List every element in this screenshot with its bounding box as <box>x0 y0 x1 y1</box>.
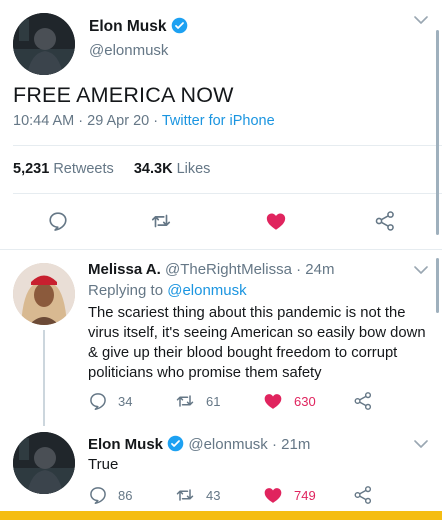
reply-header: Melissa A. @TheRightMelissa · 24m <box>88 261 335 278</box>
verified-icon <box>171 17 188 34</box>
reply-author-avatar[interactable] <box>13 432 75 494</box>
retweet-button[interactable]: 61 <box>174 391 220 411</box>
tweet-time[interactable]: 10:44 AM <box>13 113 74 129</box>
retweets-stat[interactable]: 5,231 Retweets <box>13 161 114 177</box>
reply-age[interactable]: 24m <box>305 261 334 278</box>
reply-author-name[interactable]: Elon Musk <box>88 436 163 453</box>
tweet-stats: 5,231 Retweets 34.3K Likes <box>13 161 210 177</box>
chevron-down-icon[interactable] <box>414 266 428 275</box>
reply-header: Elon Musk @elonmusk · 21m <box>88 435 311 453</box>
replying-to-label: Replying to <box>88 282 164 299</box>
verified-icon <box>167 435 184 452</box>
likes-count: 34.3K <box>133 161 173 177</box>
like-button[interactable]: 630 <box>262 391 316 411</box>
reply-text: True <box>88 456 119 473</box>
chevron-down-icon[interactable] <box>414 16 428 25</box>
retweet-icon[interactable] <box>149 210 173 232</box>
thread-line <box>43 330 45 426</box>
reply-count: 34 <box>118 393 133 409</box>
scrollbar-thumb[interactable] <box>436 258 439 313</box>
reply-text: The scariest thing about this pandemic i… <box>88 305 426 381</box>
heart-icon <box>264 488 282 503</box>
reply-icon[interactable] <box>47 210 69 232</box>
reply-age[interactable]: 21m <box>281 436 310 453</box>
reply-author-handle[interactable]: @elonmusk <box>188 436 267 453</box>
likes-label: Likes <box>176 161 211 177</box>
likes-stat[interactable]: 34.3K Likes <box>134 161 211 177</box>
tweet-date[interactable]: 29 Apr 20 <box>87 113 149 129</box>
divider <box>13 193 442 194</box>
reply-author-avatar[interactable] <box>13 263 75 325</box>
reply-button[interactable]: 86 <box>88 485 132 505</box>
author-handle[interactable]: @elonmusk <box>89 42 168 59</box>
replying-to: Replying to @elonmusk <box>88 282 247 299</box>
author-avatar[interactable] <box>13 13 75 75</box>
reply-author-handle[interactable]: @TheRightMelissa <box>165 261 292 278</box>
retweet-count: 61 <box>206 393 221 409</box>
share-icon[interactable] <box>374 210 396 232</box>
like-count: 749 <box>294 487 316 503</box>
bottom-bar <box>0 511 442 520</box>
author-name-text[interactable]: Elon Musk <box>89 18 167 35</box>
share-icon[interactable] <box>353 485 373 505</box>
author-name[interactable]: Elon Musk <box>89 17 188 36</box>
reply-icon <box>90 487 106 504</box>
heart-icon <box>264 394 282 409</box>
tweet-source[interactable]: Twitter for iPhone <box>162 113 275 129</box>
share-icon[interactable] <box>353 391 373 411</box>
scrollbar-thumb[interactable] <box>436 30 439 235</box>
chevron-down-icon[interactable] <box>414 440 428 449</box>
replying-to-handle[interactable]: @elonmusk <box>167 282 246 299</box>
like-count: 630 <box>294 393 316 409</box>
section-separator <box>0 249 442 250</box>
reply-author-name[interactable]: Melissa A. <box>88 261 161 278</box>
retweets-label: Retweets <box>53 161 114 177</box>
retweets-count: 5,231 <box>13 161 50 177</box>
like-button[interactable]: 749 <box>262 485 316 505</box>
divider <box>13 145 442 146</box>
reply-button[interactable]: 34 <box>88 391 132 411</box>
tweet-timestamp: 10:44 AM · 29 Apr 20 · Twitter for iPhon… <box>13 113 275 129</box>
retweet-icon <box>176 489 194 501</box>
retweet-icon <box>176 395 194 407</box>
reply-icon <box>90 393 106 410</box>
tweet-text: FREE AMERICA NOW <box>13 83 234 107</box>
retweet-count: 43 <box>206 487 221 503</box>
reply-count: 86 <box>118 487 133 503</box>
retweet-button[interactable]: 43 <box>174 485 220 505</box>
heart-icon[interactable] <box>264 210 288 232</box>
